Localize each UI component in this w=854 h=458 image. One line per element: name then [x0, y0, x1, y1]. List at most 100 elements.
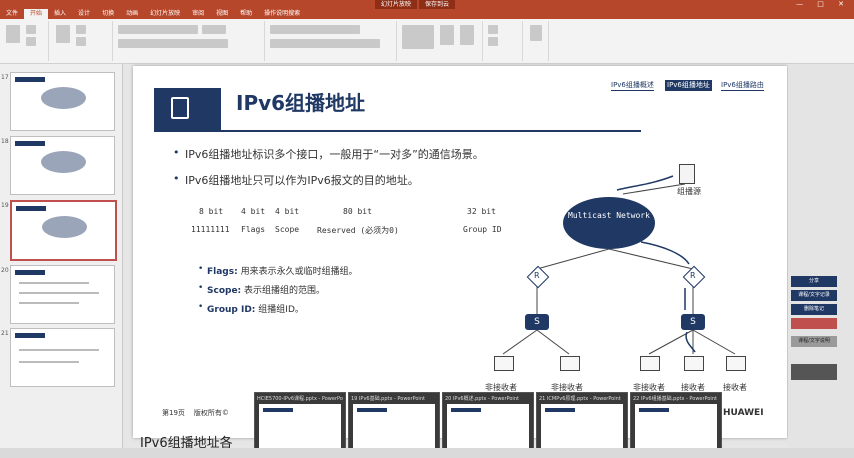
replace-icon[interactable]: [488, 37, 498, 46]
tell-me-search[interactable]: 操作说明搜索: [258, 9, 306, 19]
host-label: 接收者: [723, 383, 747, 392]
right-panel: 分享 课程/文字记录 删除笔记 课程/文字说明: [788, 64, 854, 448]
window-controls[interactable]: — □ ✕: [796, 0, 850, 9]
slide-thumbnail[interactable]: [10, 136, 115, 195]
thumb-number: 21: [1, 330, 9, 337]
tab-slideshow[interactable]: 幻灯片放映: [144, 9, 186, 19]
thumb-text-line: [19, 349, 99, 351]
thumb-number: 17: [1, 74, 9, 81]
thumb-title-bar: [15, 77, 45, 82]
status-bar: [0, 448, 854, 458]
slide-thumbnail-selected[interactable]: [10, 200, 117, 261]
layout-icon[interactable]: [76, 25, 86, 34]
notes-button[interactable]: 课程/文字说明: [791, 336, 837, 347]
thumb-title-bar: [16, 206, 46, 211]
thumb-text-line: [19, 292, 99, 294]
multicast-network-cloud: [563, 197, 655, 249]
font-family-select[interactable]: [118, 25, 198, 34]
find-icon[interactable]: [488, 25, 498, 34]
thumb-text-line: [19, 361, 79, 363]
tab-transitions[interactable]: 切换: [96, 9, 120, 19]
slide-thumbnail[interactable]: [10, 265, 115, 324]
preview-title-bar: [545, 408, 575, 412]
tab-animations[interactable]: 动画: [120, 9, 144, 19]
transcript-button[interactable]: 课程/文字记录: [791, 290, 837, 301]
host-pc-icon: [640, 356, 660, 371]
ribbon-tabs: 文件 开始 插入 设计 切换 动画 幻灯片放映 审阅 视图 帮助 操作说明搜索: [0, 9, 854, 19]
thumb-diagram: [41, 87, 86, 109]
thumb-number: 18: [1, 138, 9, 145]
thumb-number: 19: [1, 202, 9, 209]
thumb-title-bar: [15, 141, 45, 146]
font-size-select[interactable]: [202, 25, 226, 34]
editing-group: [484, 21, 523, 61]
preview-title-bar: [263, 408, 293, 412]
tab-home[interactable]: 开始: [24, 9, 49, 19]
tab-help[interactable]: 帮助: [234, 9, 258, 19]
preview-title: 19 IPv6基础.pptx - PowerPoint: [351, 396, 425, 402]
host-pc-icon: [560, 356, 580, 371]
slide-thumbnail[interactable]: [10, 72, 115, 131]
paste-icon[interactable]: [6, 25, 20, 43]
share-button[interactable]: 分享: [791, 276, 837, 287]
thumb-title-bar: [15, 333, 45, 338]
preview-title-bar: [451, 408, 481, 412]
source-label: 组播源: [677, 187, 701, 196]
preview-title: 20 IPv6概述.pptx - PowerPoint: [445, 396, 519, 402]
title-tabs: 幻灯片放映 保存到云: [375, 0, 456, 9]
align-buttons[interactable]: [270, 39, 380, 48]
tab-design[interactable]: 设计: [72, 9, 96, 19]
delete-notes-button[interactable]: 删除笔记: [791, 304, 837, 315]
preview-thumbnail: [541, 404, 623, 454]
preview-thumbnail: [259, 404, 341, 454]
preview-title: 21 ICMPv6原理.pptx - PowerPoint: [539, 396, 621, 402]
font-group: [114, 21, 265, 61]
router-label: R: [690, 271, 696, 280]
preview-title: 22 IPv6组播基础.pptx - PowerPoint: [633, 396, 717, 402]
host-pc-icon: [684, 356, 704, 371]
slide-footer: 第19页 版权所有©: [162, 408, 229, 418]
quick-styles-icon[interactable]: [460, 25, 474, 45]
tab-file[interactable]: 文件: [0, 9, 24, 19]
thumb-diagram: [41, 151, 86, 173]
title-tab[interactable]: 幻灯片放映: [375, 0, 418, 9]
share-group: [524, 21, 549, 61]
copy-icon[interactable]: [26, 37, 36, 46]
record-button[interactable]: [791, 318, 837, 329]
slide-thumbnail[interactable]: [10, 328, 115, 387]
switch-icon: S: [525, 314, 549, 330]
share-icon[interactable]: [530, 25, 542, 41]
title-tab[interactable]: 保存到云: [419, 0, 456, 9]
arrange-icon[interactable]: [440, 25, 454, 45]
host-pc-icon: [726, 356, 746, 371]
ribbon: [0, 19, 854, 64]
cut-icon[interactable]: [26, 25, 36, 34]
font-style-buttons[interactable]: [118, 39, 228, 48]
paragraph-group: [266, 21, 397, 61]
host-pc-icon: [494, 356, 514, 371]
tab-view[interactable]: 视图: [210, 9, 234, 19]
preview-thumbnail: [635, 404, 717, 454]
clipboard-group: [2, 21, 49, 61]
thumb-text-line: [19, 282, 89, 284]
cloud-label: Multicast Network: [568, 211, 650, 220]
copyright: 版权所有©: [193, 409, 229, 417]
reset-icon[interactable]: [76, 37, 86, 46]
router-label: R: [534, 271, 540, 280]
slide-canvas[interactable]: IPv6组播地址 IPv6组播概述 IPv6组播地址 IPv6组播路由 IPv6…: [133, 66, 787, 438]
preview-title: HCIE5700-IPv6课程.pptx - PowerPoint: [257, 396, 343, 402]
huawei-logo: HUAWEI: [723, 408, 764, 418]
panel-close-button[interactable]: [791, 364, 837, 380]
thumbnail-panel[interactable]: 17 18 19 20 21: [0, 64, 123, 448]
list-buttons[interactable]: [270, 25, 360, 34]
tab-insert[interactable]: 插入: [48, 9, 72, 19]
new-slide-icon[interactable]: [56, 25, 70, 43]
preview-thumbnail: [353, 404, 435, 454]
thumb-text-line: [19, 302, 79, 304]
drawing-group: [398, 21, 483, 61]
shapes-gallery[interactable]: [402, 25, 434, 49]
switch-icon: S: [681, 314, 705, 330]
thumb-number: 20: [1, 267, 9, 274]
multicast-source-server: [679, 164, 695, 184]
tab-review[interactable]: 审阅: [186, 9, 210, 19]
